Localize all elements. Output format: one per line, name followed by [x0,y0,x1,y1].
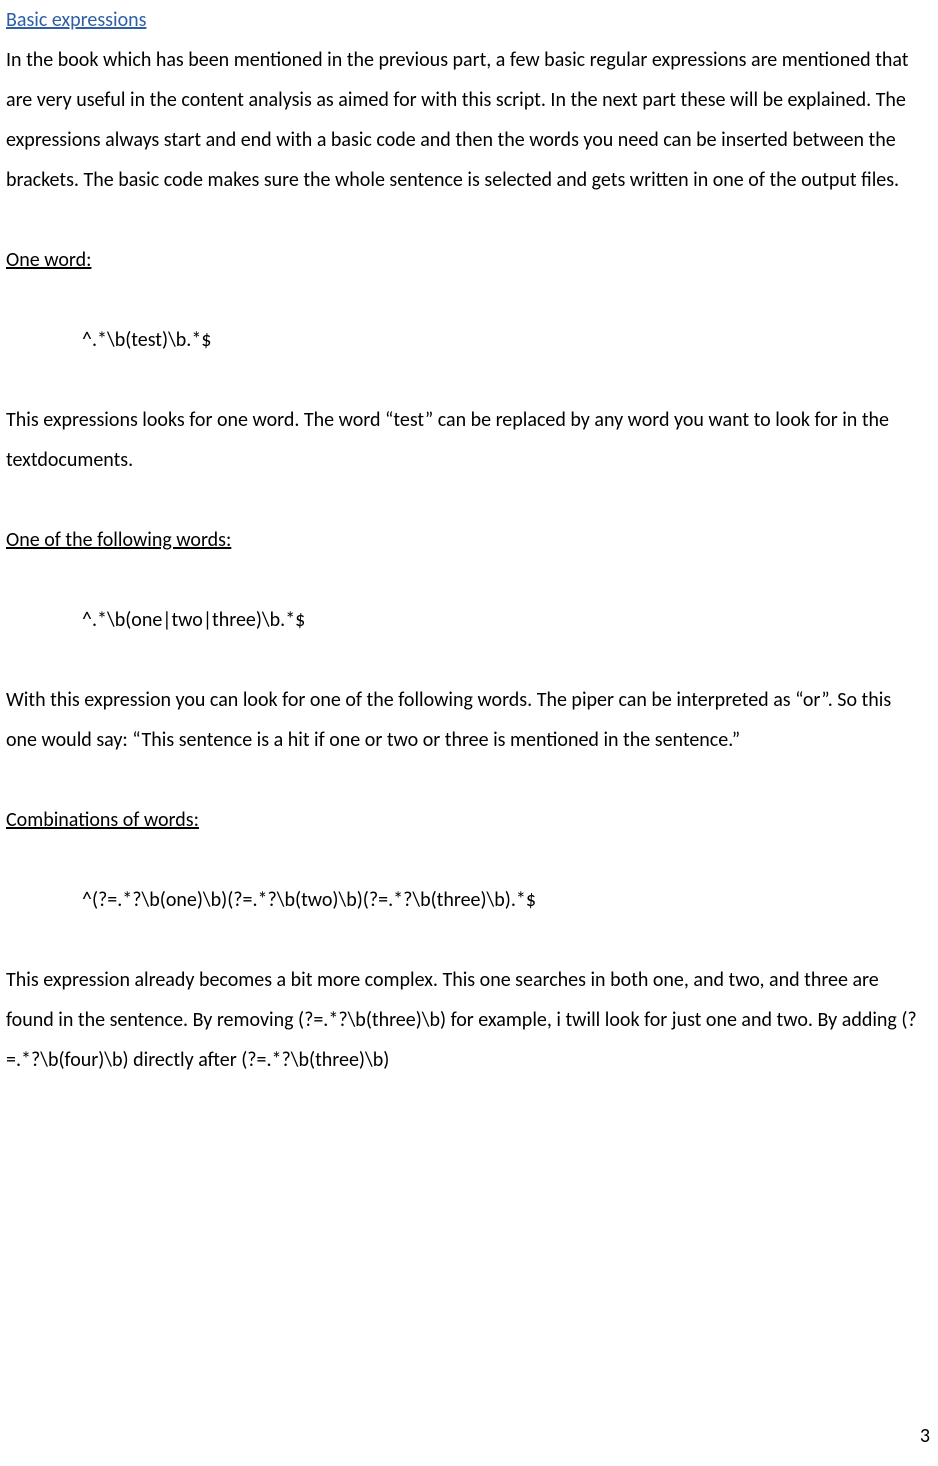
paragraph-combos: This expression already becomes a bit mo… [6,960,926,1080]
code-combos: ^(?=.*?\b(one)\b)(?=.*?\b(two)\b)(?=.*?\… [6,880,926,920]
section-heading-one-word: One word: [6,248,91,272]
code-one-word: ^.*\b(test)\b.*$ [6,320,926,360]
paragraph-one-word: This expressions looks for one word. The… [6,400,926,480]
section-heading-one-of: One of the following words: [6,528,231,552]
paragraph-intro: In the book which has been mentioned in … [6,40,926,200]
document-page: Basic expressions In the book which has … [0,0,938,1460]
code-one-of: ^.*\b(one|two|three)\b.*$ [6,600,926,640]
page-number: 3 [920,1416,930,1456]
section-heading-basic: Basic expressions [6,8,146,32]
section-heading-combos: Combinations of words: [6,808,199,832]
paragraph-one-of: With this expression you can look for on… [6,680,926,760]
